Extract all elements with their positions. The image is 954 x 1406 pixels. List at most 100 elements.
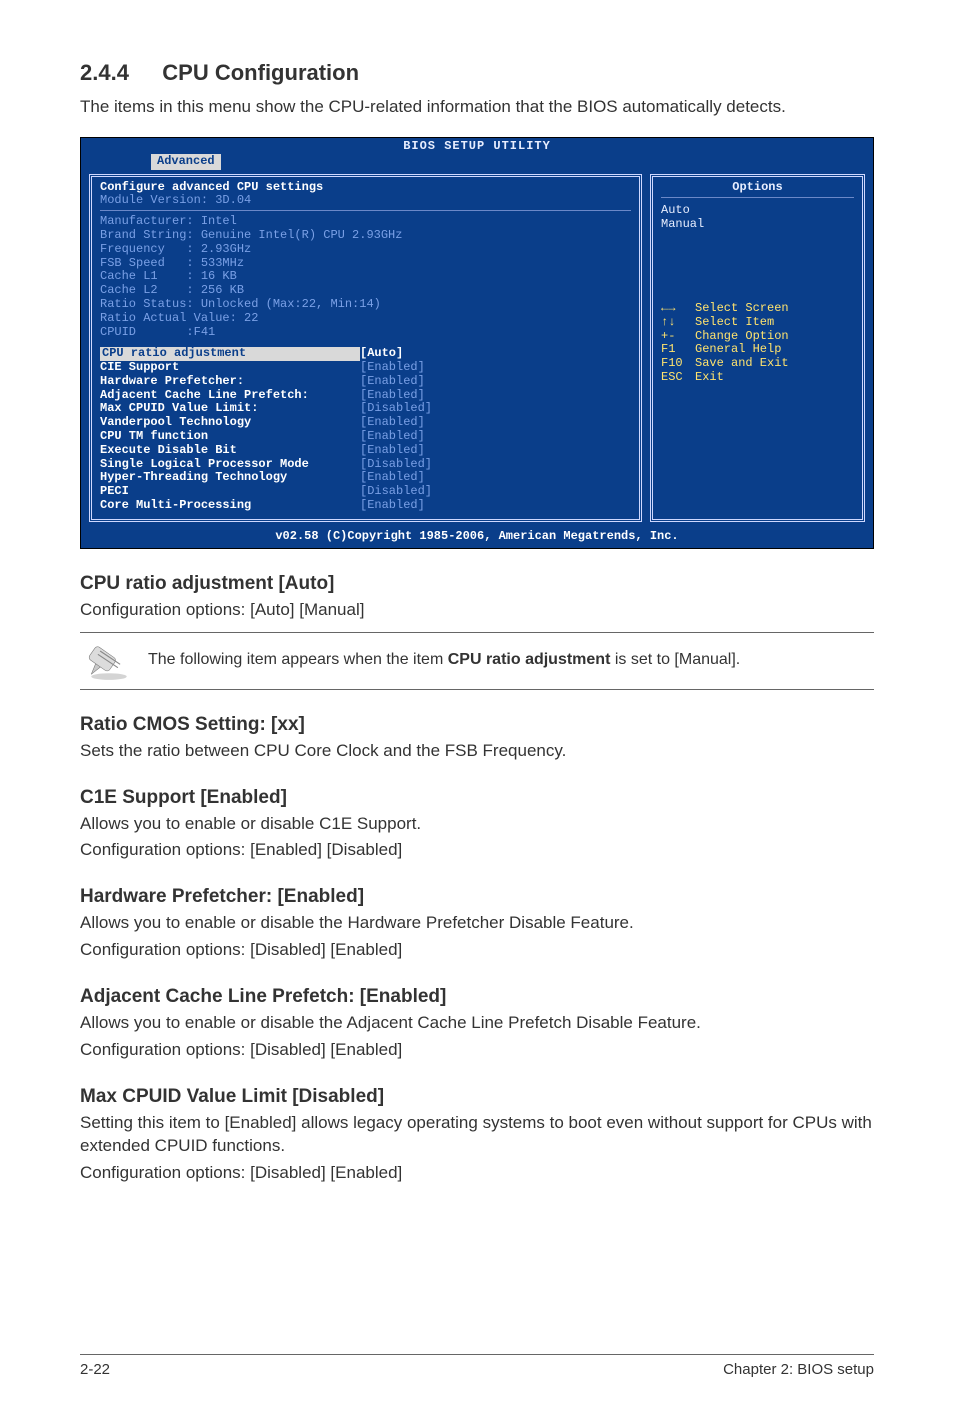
pencil-icon: [86, 641, 132, 681]
note-text: The following item appears when the item…: [148, 650, 740, 671]
sub-adj-cache-body2: Configuration options: [Disabled] [Enabl…: [80, 1039, 874, 1062]
cpu-info-line: Ratio Actual Value: 22: [100, 312, 631, 326]
nav-legend-row: F1 General Help: [661, 343, 854, 357]
nav-key-label: General Help: [695, 343, 781, 357]
bios-left-panel: Configure advanced CPU settings Module V…: [89, 174, 642, 522]
sub-c1e-title: C1E Support [Enabled]: [80, 787, 874, 809]
section-title: CPU Configuration: [162, 60, 359, 85]
nav-legend-row: ↑↓ Select Item: [661, 316, 854, 330]
cpu-info-line: Ratio Status: Unlocked (Max:22, Min:14): [100, 298, 631, 312]
bios-setting-value: [Enabled]: [360, 471, 425, 485]
tab-advanced[interactable]: Advanced: [151, 154, 221, 170]
bios-setting-label: CPU TM function: [100, 430, 360, 444]
sub-hw-prefetch-body2: Configuration options: [Disabled] [Enabl…: [80, 939, 874, 962]
bios-setting-label: CPU ratio adjustment: [100, 347, 360, 361]
nav-key-label: Select Screen: [695, 302, 789, 316]
config-heading: Configure advanced CPU settings: [100, 181, 631, 195]
bios-setting-row[interactable]: Hardware Prefetcher:[Enabled]: [100, 375, 631, 389]
sub-cpu-ratio-title: CPU ratio adjustment [Auto]: [80, 573, 874, 595]
bios-setting-row[interactable]: Core Multi-Processing[Enabled]: [100, 499, 631, 513]
option-value: Auto: [661, 204, 854, 218]
chapter-label: Chapter 2: BIOS setup: [723, 1361, 874, 1378]
bios-setting-value: [Enabled]: [360, 375, 425, 389]
sub-cpu-ratio-body: Configuration options: [Auto] [Manual]: [80, 599, 874, 622]
note-box: The following item appears when the item…: [80, 632, 874, 690]
bios-setting-label: PECI: [100, 485, 360, 499]
nav-key-label: Save and Exit: [695, 357, 789, 371]
bios-setting-value: [Disabled]: [360, 458, 432, 472]
cpu-info-line: CPUID :F41: [100, 326, 631, 340]
bios-setting-value: [Enabled]: [360, 389, 425, 403]
bios-setting-value: [Enabled]: [360, 430, 425, 444]
bios-setting-row[interactable]: Single Logical Processor Mode[Disabled]: [100, 458, 631, 472]
bios-setting-value: [Enabled]: [360, 416, 425, 430]
nav-key-icon: F10: [661, 357, 687, 371]
cpu-info-line: Cache L2 : 256 KB: [100, 284, 631, 298]
cpu-info-line: FSB Speed : 533MHz: [100, 257, 631, 271]
nav-key-icon: +-: [661, 330, 687, 344]
sub-hw-prefetch-title: Hardware Prefetcher: [Enabled]: [80, 886, 874, 908]
bios-setting-label: Single Logical Processor Mode: [100, 458, 360, 472]
bios-setting-row[interactable]: Execute Disable Bit[Enabled]: [100, 444, 631, 458]
bios-setting-label: Vanderpool Technology: [100, 416, 360, 430]
bios-setting-row[interactable]: CPU TM function[Enabled]: [100, 430, 631, 444]
module-version: Module Version: 3D.04: [100, 194, 631, 211]
bios-setting-value: [Enabled]: [360, 444, 425, 458]
bios-setting-label: Hyper-Threading Technology: [100, 471, 360, 485]
bios-setting-row[interactable]: CIE Support[Enabled]: [100, 361, 631, 375]
nav-legend-row: ESCExit: [661, 371, 854, 385]
intro-text: The items in this menu show the CPU-rela…: [80, 96, 874, 119]
bios-setting-value: [Auto]: [360, 347, 403, 361]
sub-c1e-body1: Allows you to enable or disable C1E Supp…: [80, 813, 874, 836]
bios-setting-row[interactable]: Hyper-Threading Technology[Enabled]: [100, 471, 631, 485]
nav-key-label: Change Option: [695, 330, 789, 344]
bios-setting-row[interactable]: PECI[Disabled]: [100, 485, 631, 499]
nav-legend-row: +- Change Option: [661, 330, 854, 344]
bios-setting-row[interactable]: Vanderpool Technology[Enabled]: [100, 416, 631, 430]
bios-setting-row[interactable]: Adjacent Cache Line Prefetch:[Enabled]: [100, 389, 631, 403]
nav-legend-row: ←→ Select Screen: [661, 302, 854, 316]
bios-setting-value: [Enabled]: [360, 499, 425, 513]
options-heading: Options: [661, 181, 854, 199]
nav-key-label: Exit: [695, 371, 724, 385]
nav-key-icon: ↑↓: [661, 316, 687, 330]
section-number: 2.4.4: [80, 60, 129, 85]
sub-max-cpuid-body1: Setting this item to [Enabled] allows le…: [80, 1112, 874, 1158]
cpu-info-line: Manufacturer: Intel: [100, 215, 631, 229]
bios-setting-label: Hardware Prefetcher:: [100, 375, 360, 389]
bios-setting-label: Max CPUID Value Limit:: [100, 402, 360, 416]
cpu-info-line: Cache L1 : 16 KB: [100, 270, 631, 284]
bios-setting-row[interactable]: CPU ratio adjustment[Auto]: [100, 347, 631, 361]
sub-ratio-cmos-title: Ratio CMOS Setting: [xx]: [80, 714, 874, 736]
bios-setting-value: [Disabled]: [360, 485, 432, 499]
page-number: 2-22: [80, 1361, 110, 1378]
nav-legend-row: F10 Save and Exit: [661, 357, 854, 371]
nav-key-icon: ←→: [661, 302, 687, 316]
sub-adj-cache-body1: Allows you to enable or disable the Adja…: [80, 1012, 874, 1035]
sub-c1e-body2: Configuration options: [Enabled] [Disabl…: [80, 839, 874, 862]
bios-setting-label: Core Multi-Processing: [100, 499, 360, 513]
bios-screenshot: BIOS SETUP UTILITY Advanced Configure ad…: [80, 137, 874, 549]
option-value: Manual: [661, 218, 854, 232]
sub-ratio-cmos-body: Sets the ratio between CPU Core Clock an…: [80, 740, 874, 763]
bios-setting-label: CIE Support: [100, 361, 360, 375]
nav-key-icon: F1: [661, 343, 687, 357]
bios-setting-value: [Disabled]: [360, 402, 432, 416]
bios-right-panel: Options AutoManual ←→ Select Screen ↑↓ Sele…: [650, 174, 865, 522]
sub-adj-cache-title: Adjacent Cache Line Prefetch: [Enabled]: [80, 986, 874, 1008]
cpu-info-line: Brand String: Genuine Intel(R) CPU 2.93G…: [100, 229, 631, 243]
nav-key-label: Select Item: [695, 316, 774, 330]
bios-setting-label: Adjacent Cache Line Prefetch:: [100, 389, 360, 403]
sub-max-cpuid-title: Max CPUID Value Limit [Disabled]: [80, 1086, 874, 1108]
bios-setting-label: Execute Disable Bit: [100, 444, 360, 458]
bios-copyright: v02.58 (C)Copyright 1985-2006, American …: [81, 530, 873, 548]
bios-menu-tabs: Advanced: [81, 154, 873, 170]
page-footer: 2-22 Chapter 2: BIOS setup: [80, 1354, 874, 1378]
bios-title: BIOS SETUP UTILITY: [81, 138, 873, 154]
bios-setting-value: [Enabled]: [360, 361, 425, 375]
sub-max-cpuid-body2: Configuration options: [Disabled] [Enabl…: [80, 1162, 874, 1185]
sub-hw-prefetch-body1: Allows you to enable or disable the Hard…: [80, 912, 874, 935]
cpu-info-line: Frequency : 2.93GHz: [100, 243, 631, 257]
bios-setting-row[interactable]: Max CPUID Value Limit:[Disabled]: [100, 402, 631, 416]
section-heading: 2.4.4 CPU Configuration: [80, 60, 874, 86]
